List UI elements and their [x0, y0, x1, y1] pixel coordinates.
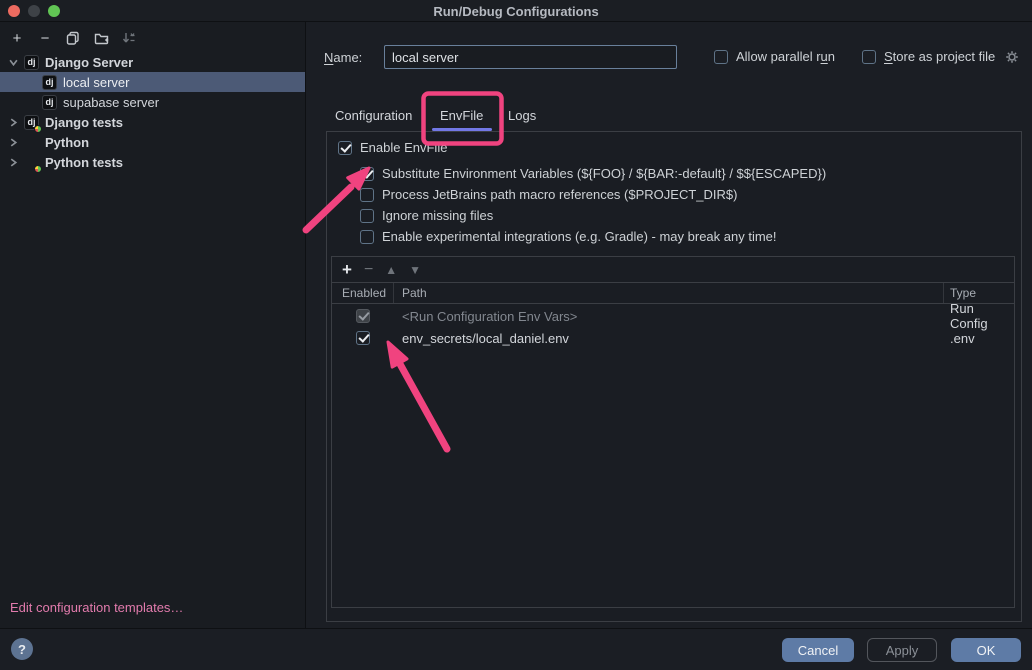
django-icon: dj: [24, 55, 39, 70]
checkbox-icon[interactable]: [862, 50, 876, 64]
table-row-env-secrets-file[interactable]: env_secrets/local_daniel.env .env: [332, 327, 1014, 349]
chevron-right-icon[interactable]: [8, 158, 18, 167]
table-row-run-config-env-vars[interactable]: <Run Configuration Env Vars> Run Config: [332, 305, 1014, 327]
store-as-project-file-checkbox[interactable]: Store as project file: [862, 49, 1019, 64]
enable-envfile-checkbox[interactable]: Enable EnvFile: [338, 140, 447, 155]
add-configuration-icon[interactable]: +: [8, 29, 26, 47]
add-env-file-icon[interactable]: +: [342, 260, 352, 280]
checkbox-icon[interactable]: [338, 141, 352, 155]
checkbox-icon[interactable]: [360, 230, 374, 244]
window-titlebar: Run/Debug Configurations: [0, 0, 1032, 22]
env-files-table: + − ▲ ▼ Enabled Path Type <Run Configura…: [331, 256, 1015, 608]
sidebar-item-local-server[interactable]: dj local server: [0, 72, 305, 92]
ok-button[interactable]: OK: [951, 638, 1021, 662]
chevron-right-icon[interactable]: [8, 138, 18, 147]
column-header-enabled[interactable]: Enabled: [332, 283, 394, 303]
allow-parallel-run-checkbox[interactable]: Allow parallel run: [714, 49, 835, 64]
remove-configuration-icon[interactable]: −: [36, 29, 54, 47]
dialog-footer: ? Cancel Apply OK: [0, 628, 1032, 670]
django-icon: dj: [42, 75, 57, 90]
checkbox-icon[interactable]: [360, 209, 374, 223]
name-label: Name:: [324, 50, 362, 65]
apply-button[interactable]: Apply: [867, 638, 937, 662]
sidebar-item-django-tests[interactable]: dj Django tests: [0, 112, 305, 132]
django-tests-icon: dj: [24, 115, 39, 130]
checkbox-icon[interactable]: [356, 331, 370, 345]
configuration-detail-panel: Name: Allow parallel run Store as projec…: [307, 22, 1032, 628]
remove-env-file-icon[interactable]: −: [364, 261, 373, 279]
checkbox-icon[interactable]: [360, 188, 374, 202]
tab-configuration[interactable]: Configuration: [335, 108, 412, 123]
ignore-missing-files-checkbox[interactable]: Ignore missing files: [360, 208, 493, 223]
configurations-sidebar: + − dj Django Server dj local server dj …: [0, 22, 306, 628]
edit-configuration-templates-link[interactable]: Edit configuration templates…: [10, 600, 183, 615]
envfile-tab-content: Enable EnvFile Substitute Environment Va…: [326, 131, 1022, 622]
sidebar-item-supabase-server[interactable]: dj supabase server: [0, 92, 305, 112]
checkbox-icon[interactable]: [360, 167, 374, 181]
sidebar-item-python-tests[interactable]: Python tests: [0, 152, 305, 172]
copy-configuration-icon[interactable]: [64, 29, 82, 47]
tab-envfile[interactable]: EnvFile: [440, 108, 483, 123]
sidebar-toolbar: + −: [0, 26, 305, 50]
python-tests-icon: [24, 155, 39, 170]
column-header-type[interactable]: Type: [944, 283, 1014, 303]
gear-icon[interactable]: [1005, 50, 1019, 64]
help-icon[interactable]: ?: [11, 638, 33, 660]
sidebar-item-django-server[interactable]: dj Django Server: [0, 52, 305, 72]
column-header-path[interactable]: Path: [394, 283, 944, 303]
env-files-table-toolbar: + − ▲ ▼: [332, 257, 1014, 283]
table-header: Enabled Path Type: [332, 283, 1014, 304]
django-icon: dj: [42, 95, 57, 110]
name-input[interactable]: [384, 45, 677, 69]
new-folder-icon[interactable]: [92, 29, 110, 47]
move-down-icon[interactable]: ▼: [409, 263, 421, 277]
move-up-icon[interactable]: ▲: [385, 263, 397, 277]
process-path-macro-checkbox[interactable]: Process JetBrains path macro references …: [360, 187, 737, 202]
tab-logs[interactable]: Logs: [508, 108, 536, 123]
chevron-right-icon[interactable]: [8, 118, 18, 127]
substitute-env-vars-checkbox[interactable]: Substitute Environment Variables (${FOO}…: [360, 166, 826, 181]
chevron-down-icon[interactable]: [8, 58, 18, 67]
checkbox-icon: [356, 309, 370, 323]
experimental-integrations-checkbox[interactable]: Enable experimental integrations (e.g. G…: [360, 229, 777, 244]
window-title: Run/Debug Configurations: [0, 4, 1032, 19]
python-icon: [24, 135, 39, 150]
sort-configurations-icon[interactable]: [120, 29, 138, 47]
checkbox-icon[interactable]: [714, 50, 728, 64]
sidebar-item-python[interactable]: Python: [0, 132, 305, 152]
cancel-button[interactable]: Cancel: [782, 638, 854, 662]
